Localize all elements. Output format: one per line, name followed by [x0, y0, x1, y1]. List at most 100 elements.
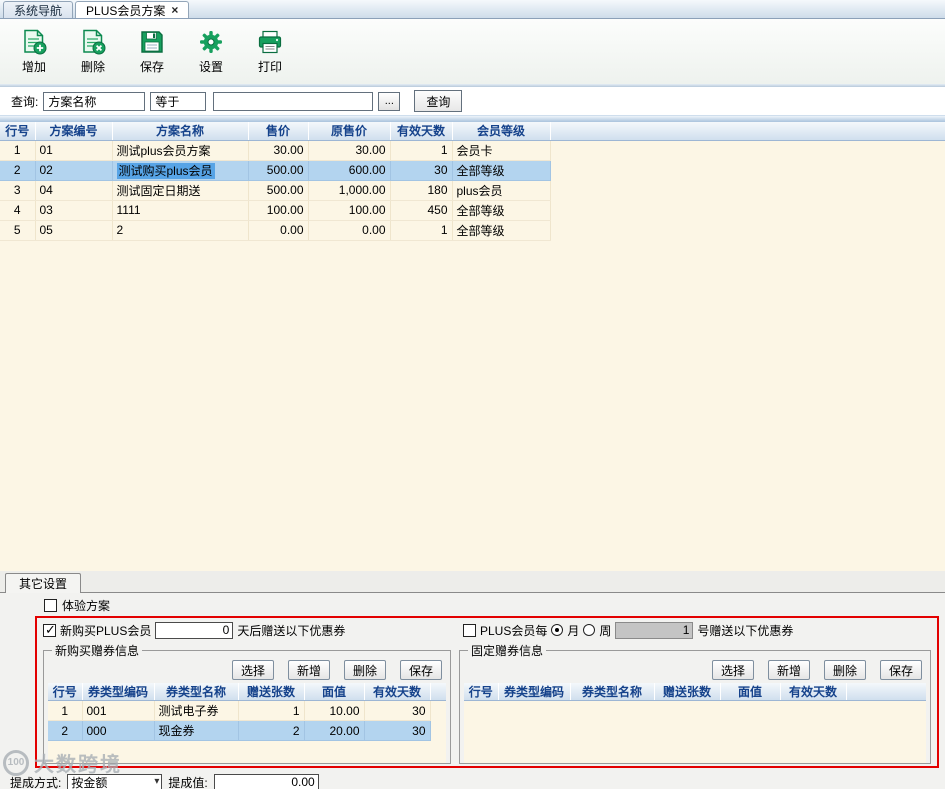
week-radio[interactable]: 周 [583, 622, 611, 639]
add-button[interactable]: 新增 [288, 660, 330, 680]
commission-value-input[interactable]: 0.00 [213, 773, 319, 789]
table-row[interactable]: 2 000 现金券 2 20.00 30 [48, 720, 446, 741]
grid-cell[interactable]: 450 [390, 200, 453, 221]
grid-cell[interactable]: 2 [0, 160, 36, 181]
print-button[interactable]: 打印 [245, 23, 295, 81]
grid-cell[interactable]: 0.00 [308, 220, 391, 241]
day-of-month-input[interactable]: 1 [615, 621, 694, 639]
query-field-input[interactable]: 方案名称 [43, 91, 146, 111]
select-button[interactable]: 选择 [712, 660, 754, 680]
search-button[interactable]: 查询 [414, 90, 463, 112]
delete-button[interactable]: 删除 [344, 660, 386, 680]
tab-other-settings[interactable]: 其它设置 [5, 573, 82, 593]
grid-cell[interactable]: 1 [48, 700, 83, 721]
grid-cell[interactable]: 测试购买plus会员 [112, 160, 249, 181]
grid-cell[interactable]: 4 [0, 200, 36, 221]
grid-cell[interactable]: 600.00 [308, 160, 391, 181]
settings-button[interactable]: 设置 [186, 23, 236, 81]
column-header[interactable]: 面值 [720, 683, 781, 701]
table-row[interactable]: 1 01 测试plus会员方案 30.00 30.00 1 会员卡 [0, 140, 945, 161]
tab-system-navigation[interactable]: 系统导航 [3, 1, 74, 18]
column-header[interactable]: 券类型名称 [570, 683, 655, 701]
add-button[interactable]: 增加 [9, 23, 59, 81]
grid-cell[interactable]: 测试固定日期送 [112, 180, 249, 201]
grid-cell[interactable]: 03 [35, 200, 113, 221]
grid-cell[interactable]: 1 [238, 700, 305, 721]
grid-cell[interactable]: 500.00 [248, 160, 309, 181]
column-header[interactable]: 方案编号 [35, 122, 113, 141]
grid-cell[interactable]: 000 [82, 720, 155, 741]
grid-cell[interactable]: 现金券 [154, 720, 239, 741]
grid-cell[interactable]: 04 [35, 180, 113, 201]
add-button[interactable]: 新增 [768, 660, 810, 680]
grid-cell[interactable]: 1 [390, 220, 453, 241]
column-header[interactable]: 方案名称 [112, 122, 249, 141]
grid-cell[interactable]: 会员卡 [452, 140, 551, 161]
grid-cell[interactable]: plus会员 [452, 180, 551, 201]
column-header[interactable]: 赠送张数 [654, 683, 721, 701]
table-row[interactable]: 2 02 测试购买plus会员 500.00 600.00 30 全部等级 [0, 160, 945, 181]
grid-cell[interactable]: 2 [112, 220, 249, 241]
grid-cell[interactable]: 100.00 [308, 200, 391, 221]
grid-cell[interactable]: 全部等级 [452, 220, 551, 241]
column-header[interactable]: 有效天数 [780, 683, 847, 701]
table-row[interactable]: 4 03 1111 100.00 100.00 450 全部等级 [0, 200, 945, 221]
grid-cell[interactable]: 30 [390, 160, 453, 181]
new-purchase-checkbox[interactable]: 新购买PLUS会员 [43, 622, 151, 639]
grid-cell[interactable]: 2 [48, 720, 83, 741]
column-header[interactable]: 券类型编码 [498, 683, 571, 701]
grid-cell[interactable]: 30 [364, 720, 431, 741]
column-header[interactable]: 有效天数 [390, 122, 453, 141]
column-header[interactable]: 会员等级 [452, 122, 551, 141]
query-operator-select[interactable]: 等于 [150, 91, 207, 111]
column-header[interactable]: 券类型名称 [154, 683, 239, 701]
grid-cell[interactable]: 10.00 [304, 700, 365, 721]
grid-cell[interactable]: 02 [35, 160, 113, 181]
column-header[interactable]: 面值 [304, 683, 365, 701]
grid-cell[interactable]: 20.00 [304, 720, 365, 741]
grid-cell[interactable]: 测试电子券 [154, 700, 239, 721]
grid-cell[interactable]: 2 [238, 720, 305, 741]
browse-button[interactable]: ... [378, 91, 401, 111]
select-button[interactable]: 选择 [232, 660, 274, 680]
grid-cell[interactable]: 全部等级 [452, 160, 551, 181]
grid-cell[interactable]: 30.00 [308, 140, 391, 161]
grid-cell[interactable]: 180 [390, 180, 453, 201]
commission-method-select[interactable]: 按金额 [67, 773, 163, 789]
delete-button[interactable]: 删除 [824, 660, 866, 680]
save-button[interactable]: 保存 [127, 23, 177, 81]
save-button[interactable]: 保存 [880, 660, 922, 680]
grid-cell[interactable]: 5 [0, 220, 36, 241]
column-header[interactable]: 售价 [248, 122, 309, 141]
grid-cell[interactable]: 1 [390, 140, 453, 161]
trial-plan-checkbox[interactable]: 体验方案 [44, 597, 945, 613]
table-row[interactable]: 5 05 2 0.00 0.00 1 全部等级 [0, 220, 945, 241]
delete-button[interactable]: 删除 [68, 23, 118, 81]
grid-cell[interactable]: 3 [0, 180, 36, 201]
grid-cell[interactable]: 001 [82, 700, 155, 721]
column-header[interactable]: 行号 [464, 683, 499, 701]
column-header[interactable]: 行号 [48, 683, 83, 701]
grid-cell[interactable]: 100.00 [248, 200, 309, 221]
days-after-input[interactable]: 0 [155, 621, 234, 639]
grid-cell[interactable]: 30 [364, 700, 431, 721]
table-row[interactable]: 1 001 测试电子券 1 10.00 30 [48, 700, 446, 721]
column-header[interactable]: 券类型编码 [82, 683, 155, 701]
grid-cell[interactable]: 0.00 [248, 220, 309, 241]
save-button[interactable]: 保存 [400, 660, 442, 680]
grid-cell[interactable]: 30.00 [248, 140, 309, 161]
month-radio[interactable]: 月 [551, 622, 579, 639]
grid-cell[interactable]: 500.00 [248, 180, 309, 201]
grid-cell[interactable]: 05 [35, 220, 113, 241]
column-header[interactable]: 赠送张数 [238, 683, 305, 701]
tab-plus-membership-plan[interactable]: PLUS会员方案 × [75, 1, 190, 18]
grid-cell[interactable]: 全部等级 [452, 200, 551, 221]
column-header[interactable]: 行号 [0, 122, 36, 141]
plus-member-every-checkbox[interactable]: PLUS会员每 [463, 622, 547, 639]
grid-cell[interactable]: 测试plus会员方案 [112, 140, 249, 161]
column-header[interactable]: 原售价 [308, 122, 391, 141]
query-value-input[interactable] [213, 91, 374, 111]
grid-cell[interactable]: 1,000.00 [308, 180, 391, 201]
grid-cell[interactable]: 01 [35, 140, 113, 161]
column-header[interactable]: 有效天数 [364, 683, 431, 701]
